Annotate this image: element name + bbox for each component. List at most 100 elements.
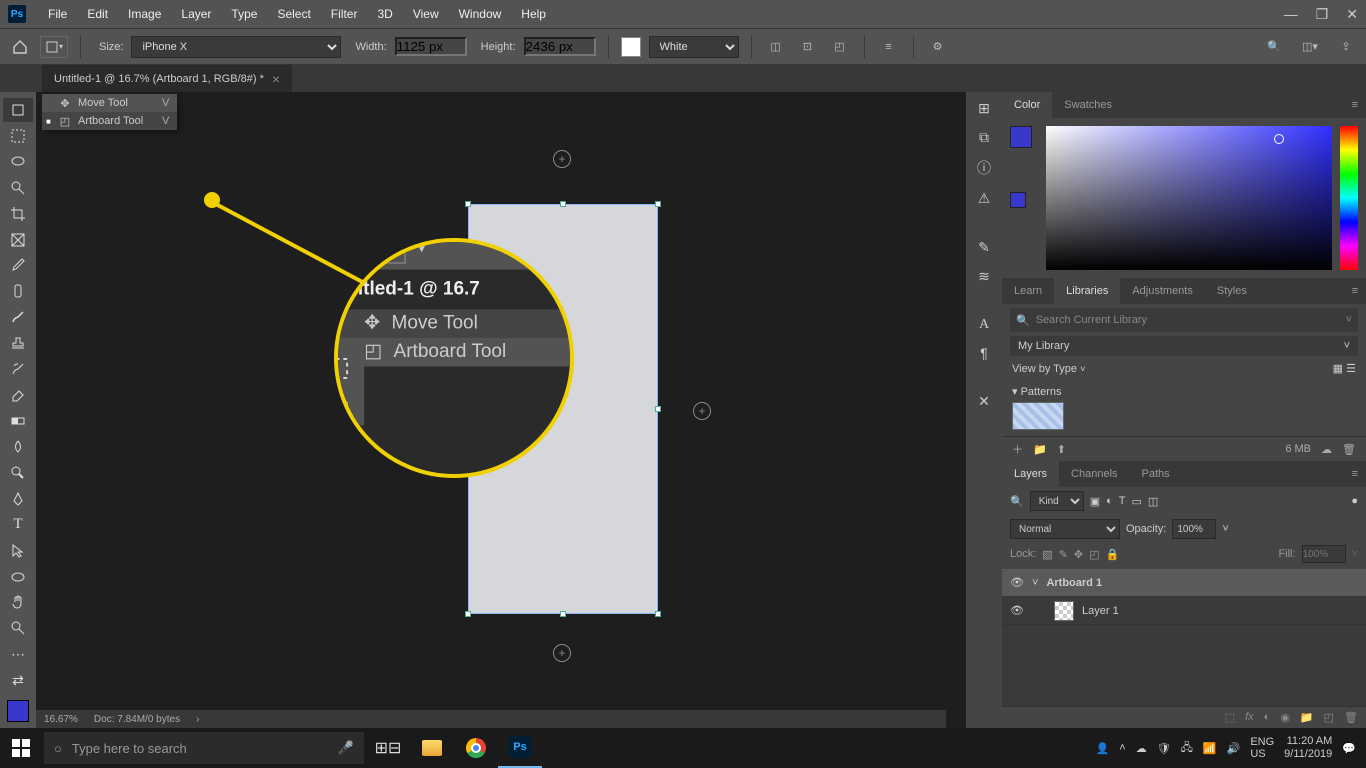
layer-artboard-group[interactable]: 👁 ˅ Artboard 1 (1002, 569, 1366, 597)
filter-adjust-icon[interactable]: ◐ (1106, 495, 1113, 507)
library-search[interactable]: 🔍Search Current Library˅ (1010, 308, 1358, 332)
status-expand-icon[interactable]: › (196, 714, 199, 725)
gradient-tool[interactable] (3, 409, 33, 433)
add-folder-icon[interactable]: 📁 (1033, 443, 1047, 456)
dodge-tool[interactable] (3, 461, 33, 485)
add-artboard-bottom-icon[interactable]: + (553, 644, 571, 662)
width-input[interactable] (395, 37, 467, 56)
task-view-icon[interactable]: ⊞⊟ (366, 728, 410, 768)
adjustment-layer-icon[interactable]: ◉ (1280, 711, 1290, 724)
canvas[interactable]: + + + + ▾ Untitled-1 @ 16.7 ✥Move Tool ■… (36, 92, 966, 728)
share-icon[interactable]: ⇪ (1334, 35, 1358, 59)
history-brush-tool[interactable] (3, 357, 33, 381)
taskbar-photoshop[interactable]: Ps (498, 728, 542, 768)
layer-filter-kind[interactable]: Kind (1030, 491, 1084, 511)
tray-expand-icon[interactable]: ˄ (1119, 742, 1125, 754)
stamp-tool[interactable] (3, 331, 33, 355)
window-close-icon[interactable]: ✕ (1346, 6, 1358, 23)
home-button[interactable] (8, 35, 32, 59)
hue-slider[interactable] (1340, 126, 1358, 270)
list-view-icon[interactable]: ☰ (1346, 363, 1356, 375)
visibility-icon[interactable]: 👁 (1010, 604, 1024, 617)
blur-tool[interactable] (3, 435, 33, 459)
search-icon[interactable]: 🔍 (1262, 35, 1286, 59)
menu-type[interactable]: Type (221, 7, 267, 21)
artboard-option-1-icon[interactable]: ◫ (764, 35, 788, 59)
onedrive-icon[interactable]: ☁ (1136, 742, 1147, 755)
menu-edit[interactable]: Edit (77, 7, 118, 21)
panel-menu-icon[interactable]: ≡ (1344, 99, 1366, 111)
tab-styles[interactable]: Styles (1205, 278, 1259, 304)
delete-icon[interactable]: 🗑 (1342, 443, 1356, 456)
filter-smart-icon[interactable]: ◫ (1148, 495, 1158, 508)
add-content-icon[interactable]: ＋ (1012, 441, 1023, 457)
menu-filter[interactable]: Filter (321, 7, 368, 21)
current-tool-icon[interactable]: ▾ (40, 36, 68, 58)
panel-paragraph-icon[interactable]: ¶ (980, 345, 988, 361)
resize-handle[interactable] (655, 611, 661, 617)
resize-handle[interactable] (560, 611, 566, 617)
view-by-type[interactable]: View by Type (1012, 363, 1077, 375)
resize-handle[interactable] (560, 201, 566, 207)
panel-brush-settings-icon[interactable]: ≋ (978, 268, 990, 285)
clock[interactable]: 11:20 AM9/11/2019 (1284, 735, 1332, 761)
tab-channels[interactable]: Channels (1059, 461, 1129, 487)
upload-icon[interactable]: ⬆ (1057, 443, 1066, 456)
zoom-level[interactable]: 16.67% (44, 714, 78, 725)
artboard-option-3-icon[interactable]: ◰ (828, 35, 852, 59)
tab-libraries[interactable]: Libraries (1054, 278, 1120, 304)
foreground-color[interactable] (7, 700, 29, 722)
blend-mode-select[interactable]: Normal (1010, 519, 1120, 539)
warning-swatch[interactable] (1010, 192, 1026, 208)
wifi-icon[interactable]: 📶 (1203, 742, 1217, 755)
pen-tool[interactable] (3, 487, 33, 511)
doc-info[interactable]: Doc: 7.84M/0 bytes (94, 714, 180, 725)
menu-select[interactable]: Select (267, 7, 320, 21)
notifications-icon[interactable]: 💬 (1342, 742, 1356, 755)
patterns-group[interactable]: Patterns (1021, 386, 1062, 398)
close-tab-icon[interactable]: × (272, 71, 280, 87)
flyout-artboard-tool[interactable]: ■ ◰ Artboard Tool V (42, 112, 177, 130)
panel-menu-icon[interactable]: ≡ (1344, 468, 1366, 480)
eyedropper-tool[interactable] (3, 254, 33, 278)
fill-select[interactable]: White (649, 36, 739, 58)
link-layers-icon[interactable]: ⬚ (1225, 711, 1235, 724)
panel-properties-icon[interactable]: ⚠ (978, 190, 991, 207)
flyout-move-tool[interactable]: ✥ Move Tool V (42, 94, 177, 112)
zoom-tool[interactable] (3, 616, 33, 640)
network-icon[interactable]: 🖧 (1181, 739, 1193, 758)
resize-handle[interactable] (465, 201, 471, 207)
document-tab[interactable]: Untitled-1 @ 16.7% (Artboard 1, RGB/8#) … (42, 64, 292, 93)
security-icon[interactable]: 🛡 (1157, 742, 1171, 755)
foreground-swatch[interactable] (1010, 126, 1032, 148)
grid-view-icon[interactable]: ▦ (1333, 363, 1343, 375)
tab-layers[interactable]: Layers (1002, 461, 1059, 487)
add-artboard-right-icon[interactable]: + (693, 402, 711, 420)
visibility-icon[interactable]: 👁 (1010, 576, 1024, 589)
menu-view[interactable]: View (403, 7, 449, 21)
panel-character-icon[interactable]: A (979, 317, 989, 333)
menu-window[interactable]: Window (449, 7, 512, 21)
collapse-icon[interactable]: ˅ (1032, 577, 1038, 589)
fill-swatch[interactable] (621, 37, 641, 57)
panel-brushes-icon[interactable]: ✎ (978, 239, 990, 256)
menu-layer[interactable]: Layer (171, 7, 221, 21)
layer-item[interactable]: 👁 Layer 1 (1002, 597, 1366, 625)
height-input[interactable] (524, 37, 596, 56)
color-field[interactable] (1046, 126, 1332, 270)
marquee-tool[interactable] (3, 124, 33, 148)
menu-file[interactable]: File (38, 7, 77, 21)
filter-type-icon[interactable]: T (1119, 495, 1126, 507)
more-tools-icon[interactable]: ⋯ (3, 642, 33, 666)
lock-transparency-icon[interactable]: ▧ (1042, 548, 1052, 561)
layer-name[interactable]: Artboard 1 (1046, 577, 1102, 589)
menu-help[interactable]: Help (511, 7, 556, 21)
edit-toolbar-icon[interactable]: ⇄ (3, 668, 33, 692)
hand-tool[interactable] (3, 591, 33, 615)
lock-all-icon[interactable]: 🔒 (1106, 548, 1120, 561)
taskbar-chrome[interactable] (454, 728, 498, 768)
align-icon[interactable]: ≡ (877, 35, 901, 59)
panel-histogram-icon[interactable]: ⊞ (978, 100, 990, 117)
mic-icon[interactable]: 🎤 (338, 740, 354, 756)
artboard-option-2-icon[interactable]: ⊡ (796, 35, 820, 59)
